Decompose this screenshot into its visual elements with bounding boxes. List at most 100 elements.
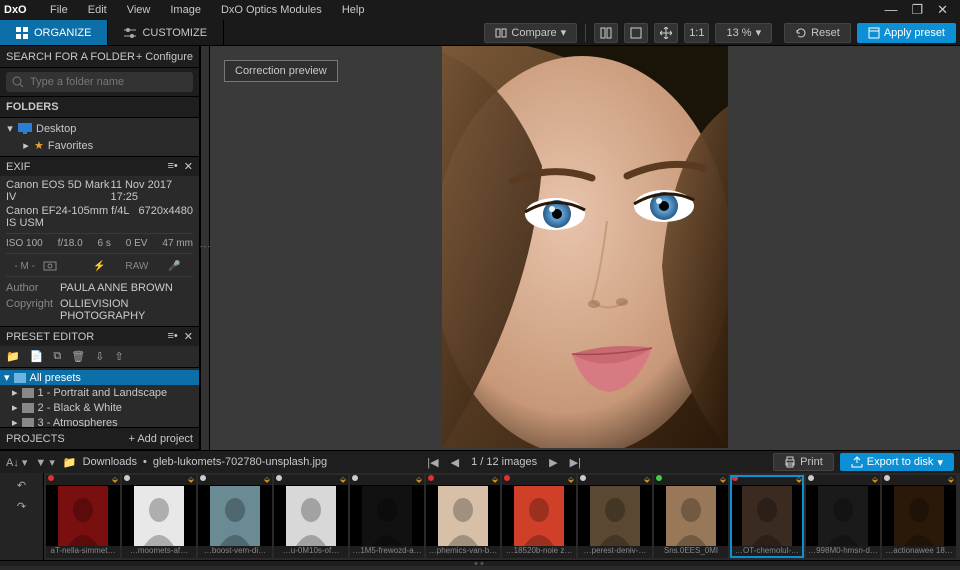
first-icon[interactable]: |◀ bbox=[427, 456, 438, 469]
collapse-icon[interactable]: ▾ bbox=[6, 122, 14, 135]
thumbnail[interactable]: ⬙…18520b-noie z… bbox=[502, 475, 576, 558]
add-project-button[interactable]: + Add project bbox=[128, 433, 193, 445]
filmstrip-resize-handle[interactable]: •• bbox=[0, 560, 960, 566]
breadcrumb-folder[interactable]: Downloads bbox=[83, 456, 137, 468]
thumbnail-image bbox=[274, 485, 348, 546]
thumbnail[interactable]: ⬙Sns.0EES_0MI bbox=[654, 475, 728, 558]
preset-folder[interactable]: ▸1 - Portrait and Landscape bbox=[0, 385, 199, 400]
thumbnail[interactable]: ⬙…1M5-frewozd-a… bbox=[350, 475, 424, 558]
zoom-dropdown[interactable]: 13 %▾ bbox=[715, 23, 772, 43]
chevron-down-icon: ▾ bbox=[561, 26, 567, 39]
exif-focal: 47 mm bbox=[162, 238, 193, 249]
thumbnail-name: Sns.0EES_0MI bbox=[654, 546, 728, 558]
folder-favorites[interactable]: ▸ ★ Favorites bbox=[0, 137, 199, 154]
rotate-cw-icon[interactable]: ↷ bbox=[17, 500, 26, 513]
expand-icon[interactable]: ▸ bbox=[22, 139, 30, 152]
close-panel-icon[interactable]: ✕ bbox=[184, 330, 193, 343]
preset-editor-panel: Preset Editor ≡•✕ 📁 📄 ⧉ 🗑 ⇩ ⇧ ▾All prese… bbox=[0, 326, 199, 427]
grid-view-button[interactable] bbox=[594, 23, 618, 43]
configure-button[interactable]: + Configure bbox=[136, 51, 193, 63]
menu-file[interactable]: File bbox=[40, 1, 78, 19]
exif-shutter: 6 s bbox=[98, 238, 111, 249]
chevron-down-icon: ▾ bbox=[756, 26, 762, 39]
menu-help[interactable]: Help bbox=[332, 1, 375, 19]
badge-icon: ⬙ bbox=[948, 475, 954, 485]
delete-icon[interactable]: 🗑 bbox=[71, 350, 85, 363]
minimize-icon[interactable]: — bbox=[884, 2, 897, 18]
fit-button[interactable] bbox=[624, 23, 648, 43]
prev-icon[interactable]: ◀ bbox=[451, 456, 459, 469]
thumbnail-image bbox=[350, 485, 424, 546]
rotate-ccw-icon[interactable]: ↶ bbox=[17, 479, 26, 492]
thumbnail[interactable]: ⬙…phemics-van-b… bbox=[426, 475, 500, 558]
projects-title: Projects bbox=[6, 433, 65, 445]
next-icon[interactable]: ▶ bbox=[549, 456, 557, 469]
search-input[interactable]: Type a folder name bbox=[6, 72, 193, 92]
search-box: Type a folder name bbox=[0, 68, 199, 97]
thumbnail[interactable]: ⬙…u-0M10s-of… bbox=[274, 475, 348, 558]
preset-folder[interactable]: ▸3 - Atmospheres bbox=[0, 415, 199, 427]
export-button[interactable]: Export to disk ▾ bbox=[840, 453, 954, 471]
folders-header: Folders bbox=[0, 97, 199, 118]
menu-optics[interactable]: DxO Optics Modules bbox=[211, 1, 332, 19]
status-dot-icon bbox=[352, 475, 358, 481]
menu-edit[interactable]: Edit bbox=[78, 1, 117, 19]
undock-icon[interactable]: ≡• bbox=[168, 160, 178, 173]
status-dot-icon bbox=[732, 475, 738, 481]
close-icon[interactable]: ✕ bbox=[937, 2, 948, 18]
export-icon[interactable]: ⇧ bbox=[114, 350, 123, 363]
status-dot-icon bbox=[276, 475, 282, 481]
filter-icon[interactable]: ▼ ▾ bbox=[35, 456, 54, 469]
thumbnail-strip[interactable]: ⬙aT-nella-simmet…⬙…moomets-af…⬙…boost-ve… bbox=[44, 473, 960, 560]
compare-icon bbox=[495, 27, 507, 39]
new-preset-icon[interactable]: 📄 bbox=[30, 350, 44, 363]
print-icon bbox=[784, 456, 796, 468]
image-canvas[interactable]: Correction preview bbox=[210, 46, 960, 450]
app-logo: DxO bbox=[4, 3, 30, 17]
thumbnail[interactable]: ⬙aT-nella-simmet… bbox=[46, 475, 120, 558]
badge-icon: ⬙ bbox=[112, 475, 118, 485]
close-panel-icon[interactable]: ✕ bbox=[184, 160, 193, 173]
import-icon[interactable]: ⇩ bbox=[95, 350, 104, 363]
thumbnail[interactable]: ⬙…998M0-hmsn-d… bbox=[806, 475, 880, 558]
print-button[interactable]: Print bbox=[773, 453, 834, 471]
folder-icon bbox=[14, 373, 26, 383]
status-dot-icon bbox=[656, 475, 662, 481]
compare-button[interactable]: Compare ▾ bbox=[484, 23, 577, 43]
thumbnail-image bbox=[578, 485, 652, 546]
exif-copyright-label: Copyright bbox=[6, 298, 52, 322]
preset-root[interactable]: ▾All presets bbox=[0, 370, 199, 385]
thumbnail-name: …phemics-van-b… bbox=[426, 546, 500, 558]
zoom-1to1-button[interactable]: 1:1 bbox=[684, 23, 709, 43]
preset-folder[interactable]: ▸2 - Black & White bbox=[0, 400, 199, 415]
sort-icon[interactable]: A↓ ▾ bbox=[6, 456, 27, 469]
badge-icon: ⬙ bbox=[264, 475, 270, 485]
thumbnail[interactable]: ⬙…boost-vem-di… bbox=[198, 475, 272, 558]
thumbnail[interactable]: ⬙…moomets-af… bbox=[122, 475, 196, 558]
chevron-down-icon: ▾ bbox=[937, 456, 943, 469]
thumbnail[interactable]: ⬙…actionawee 18… bbox=[882, 475, 956, 558]
move-button[interactable] bbox=[654, 23, 678, 43]
status-dot-icon bbox=[428, 475, 434, 481]
undock-icon[interactable]: ≡• bbox=[168, 330, 178, 343]
maximize-icon[interactable]: ❐ bbox=[911, 2, 923, 18]
status-dot-icon bbox=[884, 475, 890, 481]
image-counter: 1 / 12 images bbox=[471, 456, 537, 468]
last-icon[interactable]: ▶| bbox=[570, 456, 581, 469]
copy-icon[interactable]: ⧉ bbox=[53, 350, 61, 363]
apply-preset-button[interactable]: Apply preset bbox=[857, 23, 956, 43]
sidebar-collapse-handle[interactable]: ⋮ bbox=[200, 46, 210, 450]
thumbnail[interactable]: ⬙…OT-chemolul-… bbox=[730, 475, 804, 558]
tab-organize[interactable]: ORGANIZE bbox=[0, 20, 108, 45]
menu-view[interactable]: View bbox=[117, 1, 161, 19]
folder-desktop[interactable]: ▾ Desktop bbox=[0, 120, 199, 137]
meter-icon bbox=[43, 261, 80, 272]
menu-image[interactable]: Image bbox=[160, 1, 211, 19]
reset-button[interactable]: Reset bbox=[784, 23, 851, 43]
exif-resolution: 6720x4480 bbox=[139, 205, 193, 229]
new-folder-icon[interactable]: 📁 bbox=[6, 350, 20, 363]
thumbnail[interactable]: ⬙…perest-deniv-… bbox=[578, 475, 652, 558]
thumbnail-image bbox=[882, 485, 956, 546]
folder-icon bbox=[22, 388, 34, 398]
tab-customize[interactable]: CUSTOMIZE bbox=[108, 20, 224, 45]
